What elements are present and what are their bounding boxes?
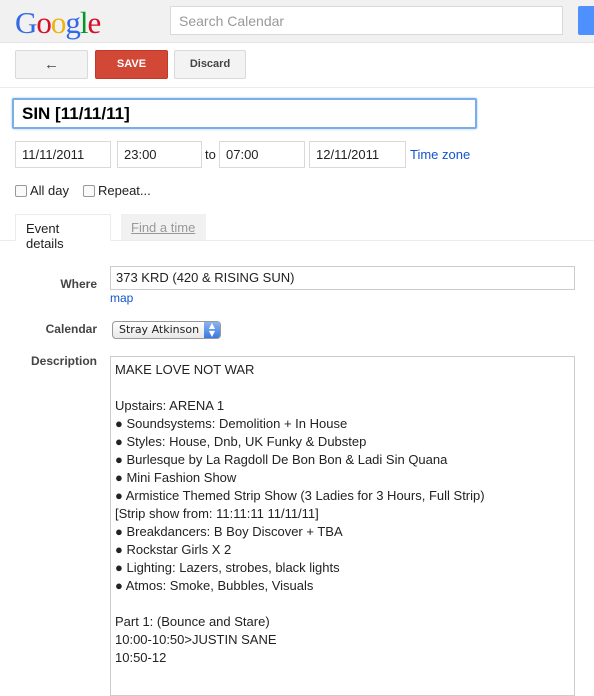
description-label: Description (30, 354, 97, 368)
all-day-checkbox[interactable]: All day (15, 183, 69, 198)
header: Google Search Calendar (0, 0, 594, 43)
google-logo[interactable]: Google (15, 5, 101, 41)
description-line: MAKE LOVE NOT WAR (115, 362, 255, 377)
description-line: ● Rockstar Girls X 2 (115, 542, 232, 557)
description-line: ● Atmos: Smoke, Bubbles, Visuals (115, 578, 314, 593)
description-line: Upstairs: ARENA 1 (115, 398, 225, 413)
description-line: Part 1: (Bounce and Stare) (115, 614, 270, 629)
to-label: to (205, 147, 216, 162)
description-line: ● Mini Fashion Show (115, 470, 237, 485)
description-line: 10:50-12 (115, 650, 167, 665)
description-line: [Strip show from: 11:11:11 11/11/11] (115, 506, 319, 521)
description-line: ● Soundsystems: Demolition + In House (115, 416, 348, 431)
where-input[interactable]: 373 KRD (420 & RISING SUN) (110, 266, 575, 290)
save-button[interactable]: SAVE (95, 50, 168, 79)
back-arrow-icon: ← (44, 56, 59, 73)
tab-find-a-time[interactable]: Find a time (121, 214, 206, 241)
end-time-input[interactable]: 07:00 (219, 141, 305, 168)
calendar-label: Calendar (45, 322, 97, 336)
repeat-label: Repeat... (98, 183, 151, 198)
description-textarea[interactable]: MAKE LOVE NOT WAR Upstairs: ARENA 1 ● Soun… (110, 356, 575, 696)
divider (0, 87, 594, 88)
calendar-select[interactable]: Stray Atkinson ▲ ▼ (112, 321, 221, 339)
calendar-value: Stray Atkinson (119, 323, 200, 336)
discard-button[interactable]: Discard (174, 50, 246, 79)
description-line: 10:00-10:50>JUSTIN SANE (115, 632, 277, 647)
where-label: Where (60, 277, 97, 291)
checkbox-icon (15, 184, 27, 197)
checkbox-icon (83, 184, 95, 197)
search-input[interactable]: Search Calendar (170, 6, 563, 35)
start-time-input[interactable]: 23:00 (117, 141, 202, 168)
description-line: ● Styles: House, Dnb, UK Funky & Dubstep (115, 434, 367, 449)
description-line: ● Lighting: Lazers, strobes, black light… (115, 560, 340, 575)
event-title-input[interactable]: SIN [11/11/11] (12, 98, 477, 129)
time-zone-link[interactable]: Time zone (410, 147, 470, 162)
all-day-label: All day (30, 183, 70, 198)
description-line: ● Armistice Themed Strip Show (3 Ladies … (115, 488, 485, 503)
back-button[interactable]: ← (15, 50, 88, 79)
tab-event-details[interactable]: Event details (15, 214, 111, 251)
map-link[interactable]: map (110, 291, 133, 305)
description-line: ● Burlesque by La Ragdoll De Bon Bon & L… (115, 452, 448, 467)
search-button[interactable] (578, 6, 594, 35)
description-line: ● Breakdancers: B Boy Discover + TBA (115, 524, 343, 539)
select-arrows-icon: ▲ ▼ (204, 322, 220, 338)
start-date-input[interactable]: 11/11/2011 (15, 141, 111, 168)
description-line (115, 595, 570, 613)
description-line (115, 379, 570, 397)
end-date-input[interactable]: 12/11/2011 (309, 141, 406, 168)
repeat-checkbox[interactable]: Repeat... (83, 183, 151, 198)
